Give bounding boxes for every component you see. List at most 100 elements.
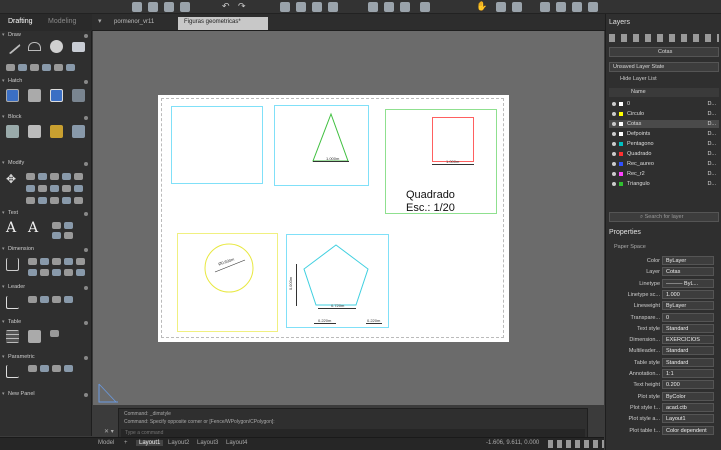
command-close-icon[interactable]: ✕ ▾: [104, 428, 114, 435]
property-value[interactable]: Cotas: [662, 267, 714, 277]
constraint-icon[interactable]: [6, 365, 19, 378]
view-icon[interactable]: [556, 2, 566, 12]
tolerance-icon[interactable]: [64, 269, 73, 276]
angular-dim-icon[interactable]: [40, 258, 49, 265]
text-style-icon[interactable]: [52, 222, 61, 229]
linear-dim-icon[interactable]: [6, 258, 19, 271]
arc-icon[interactable]: [6, 64, 15, 71]
current-layer-select[interactable]: Cotas: [609, 47, 719, 57]
tab-modeling[interactable]: Modeling: [48, 18, 76, 25]
spell-icon[interactable]: [64, 222, 73, 229]
property-value[interactable]: 0: [662, 312, 714, 322]
tab-layout2[interactable]: Layout2: [168, 440, 189, 446]
polygon-icon[interactable]: [42, 64, 51, 71]
layer-color-swatch[interactable]: [619, 152, 623, 156]
pan-icon[interactable]: ✋: [476, 1, 487, 11]
open-icon[interactable]: [148, 2, 158, 12]
array-icon[interactable]: [26, 197, 35, 204]
hide-layer-list[interactable]: Hide Layer List: [620, 76, 657, 82]
circle-icon[interactable]: [50, 40, 63, 53]
layer-row[interactable]: Triangulo D...: [609, 180, 719, 188]
perpendicular-icon[interactable]: [52, 365, 61, 372]
polyline-icon[interactable]: [28, 42, 41, 51]
paper-layout[interactable]: 1.000m 1.000m Quadrado Esc.: 1/20 Ø0.600…: [158, 95, 509, 342]
command-window[interactable]: Command: _dimstyle Command: Specify oppo…: [118, 408, 588, 438]
layer-row[interactable]: 0 D...: [609, 100, 719, 108]
preview-icon[interactable]: [296, 2, 306, 12]
mtext-icon[interactable]: A: [6, 221, 19, 235]
render-icon[interactable]: [572, 2, 582, 12]
layer-color-swatch[interactable]: [619, 172, 623, 176]
edit-block-icon[interactable]: [50, 125, 63, 138]
tab-model[interactable]: Model: [98, 440, 114, 446]
visibility-icon[interactable]: [612, 172, 616, 176]
ordinate-dim-icon[interactable]: [52, 269, 61, 276]
insert-block-icon[interactable]: [6, 125, 19, 138]
visibility-icon[interactable]: [612, 142, 616, 146]
parallel-icon[interactable]: [40, 365, 49, 372]
section-block[interactable]: ▾ Block: [0, 113, 92, 122]
property-value[interactable]: ByLayer: [662, 301, 714, 311]
baseline-dim-icon[interactable]: [28, 269, 37, 276]
visibility-icon[interactable]: [612, 132, 616, 136]
continue-dim-icon[interactable]: [40, 269, 49, 276]
center-mark-icon[interactable]: [76, 269, 85, 276]
settings-icon[interactable]: [588, 2, 598, 12]
add-layout-icon[interactable]: +: [124, 440, 128, 446]
xline-icon[interactable]: [66, 64, 75, 71]
publish-icon[interactable]: [312, 2, 322, 12]
visibility-icon[interactable]: [612, 152, 616, 156]
layer-color-swatch[interactable]: [619, 102, 623, 106]
layer-row[interactable]: Rec_r2 D...: [609, 170, 719, 178]
create-block-icon[interactable]: [28, 125, 41, 138]
layer-search[interactable]: ⌕ Search for layer: [609, 212, 719, 222]
tab-layout3[interactable]: Layout3: [197, 440, 218, 446]
section-leader[interactable]: ▾ Leader: [0, 283, 92, 292]
explode-icon[interactable]: [38, 197, 47, 204]
stretch-icon[interactable]: [74, 173, 83, 180]
join-icon[interactable]: [50, 197, 59, 204]
layer-row[interactable]: Pentagono D...: [609, 140, 719, 148]
line-icon[interactable]: [5, 39, 21, 55]
property-value[interactable]: Color dependent: [662, 425, 714, 435]
copy-object-icon[interactable]: [26, 173, 35, 180]
diameter-dim-icon[interactable]: [64, 258, 73, 265]
property-value[interactable]: ByColor: [662, 391, 714, 401]
chamfer-icon[interactable]: [62, 173, 71, 180]
property-value[interactable]: 1:1: [662, 369, 714, 378]
property-value[interactable]: Standard: [662, 357, 714, 367]
zoom-icon[interactable]: [496, 2, 506, 12]
collect-leader-icon[interactable]: [64, 296, 73, 303]
fillet-icon[interactable]: [50, 173, 59, 180]
find-text-icon[interactable]: [52, 232, 61, 239]
section-new-panel[interactable]: ▾ New Panel: [0, 390, 92, 399]
extract-icon[interactable]: [50, 330, 59, 337]
redo-icon[interactable]: ↷: [238, 1, 248, 11]
property-value[interactable]: Standard: [662, 346, 714, 356]
paste-icon[interactable]: [400, 2, 410, 12]
tab-figuras[interactable]: Figuras geometricas*: [178, 17, 268, 30]
visibility-icon[interactable]: [612, 122, 616, 126]
scale-icon[interactable]: [38, 185, 47, 192]
layer-row[interactable]: Circulo D...: [609, 110, 719, 118]
tab-pormenor[interactable]: pormenor_vr11: [108, 17, 160, 30]
layer-color-swatch[interactable]: [619, 182, 623, 186]
visibility-icon[interactable]: [612, 102, 616, 106]
tab-drafting[interactable]: Drafting: [8, 18, 33, 25]
aligned-dim-icon[interactable]: [28, 258, 37, 265]
mirror-icon[interactable]: [26, 185, 35, 192]
tab-layout1[interactable]: Layout1: [136, 440, 164, 446]
property-value[interactable]: ByLayer: [662, 256, 714, 265]
save-as-icon[interactable]: [180, 2, 190, 12]
point-icon[interactable]: [54, 64, 63, 71]
property-value[interactable]: 0.200: [662, 380, 714, 390]
section-hatch[interactable]: ▾ Hatch: [0, 77, 92, 86]
layer-row[interactable]: Cotas D...: [609, 120, 719, 128]
plot-icon[interactable]: [328, 2, 338, 12]
print-icon[interactable]: [280, 2, 290, 12]
section-dimension[interactable]: ▾ Dimension: [0, 245, 92, 254]
undo-icon[interactable]: ↶: [222, 1, 232, 11]
gradient-icon[interactable]: [28, 89, 41, 102]
section-modify[interactable]: ▾ Modify: [0, 159, 92, 168]
orbit-icon[interactable]: [540, 2, 550, 12]
